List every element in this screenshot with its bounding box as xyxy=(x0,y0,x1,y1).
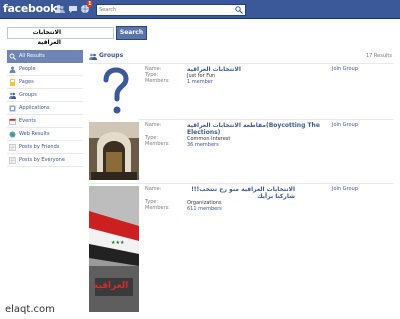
group-name-link[interactable]: مقاطعة الانتخابات العراقية(Boycotting Th… xyxy=(187,122,327,136)
results-section-title: Groups xyxy=(99,52,124,59)
search-icon[interactable] xyxy=(235,6,243,14)
results-header: Groups 17 Results xyxy=(89,51,394,64)
sidebar-item-posts-by-friends[interactable]: Posts by Friends xyxy=(7,141,83,154)
posts-friends-icon xyxy=(9,144,16,151)
question-mark-icon xyxy=(89,66,139,120)
group-name-link[interactable]: الانتخابات العراقية منو رح تنتخب!!! شارك… xyxy=(187,186,295,200)
sidebar-item-applications[interactable]: Applications xyxy=(7,102,83,115)
group-members-link[interactable]: 1 member xyxy=(187,79,327,85)
name-label: Name: xyxy=(145,186,162,192)
notification-badge: 1 xyxy=(87,1,93,7)
shrine-photo-image xyxy=(89,122,139,180)
members-label: Members: xyxy=(145,205,170,211)
header-search-box[interactable] xyxy=(96,4,246,16)
sidebar-item-posts-by-everyone[interactable]: Posts by Everyone xyxy=(7,154,83,167)
sidebar-item-label: Groups xyxy=(19,92,37,98)
globe-icon xyxy=(9,131,16,138)
messages-icon[interactable] xyxy=(68,4,78,14)
group-members-link[interactable]: 611 members xyxy=(187,206,327,212)
group-name-link[interactable]: الانتخابات العراقية xyxy=(187,66,327,73)
groups-icon xyxy=(89,53,97,60)
sidebar-item-all-results[interactable]: All Results xyxy=(7,50,83,63)
applications-icon xyxy=(9,105,16,112)
sidebar-item-groups[interactable]: Groups xyxy=(7,89,83,102)
posts-everyone-icon xyxy=(9,157,16,164)
members-label: Members: xyxy=(145,141,170,147)
results-count: 17 Results xyxy=(365,53,392,59)
sidebar-item-label: Posts by Friends xyxy=(19,144,60,150)
sidebar-item-label: Events xyxy=(19,118,36,124)
group-result-row: Name: Type: Members: الانتخابات العراقية… xyxy=(89,66,394,120)
search-query-input[interactable]: الانتخابات العراقية xyxy=(7,27,114,46)
top-bar: facebook 1 xyxy=(0,0,400,19)
svg-text:★★★: ★★★ xyxy=(111,240,125,246)
iraq-flag-poster-image: ★★★ xyxy=(89,186,139,312)
join-group-link[interactable]: Join Group xyxy=(332,66,358,72)
search-filters-sidebar: All Results People Pages Groups Applicat… xyxy=(7,50,83,167)
join-group-link[interactable]: Join Group xyxy=(332,122,358,128)
sidebar-item-web-results[interactable]: Web Results xyxy=(7,128,83,141)
sidebar-item-label: All Results xyxy=(19,53,45,59)
members-label: Members: xyxy=(145,78,170,84)
sidebar-item-label: Applications xyxy=(19,105,50,111)
sidebar-item-people[interactable]: People xyxy=(7,63,83,76)
events-icon xyxy=(9,118,16,125)
group-result-row: ★★★ العراقية Name: Type: Members: الانتخ… xyxy=(89,186,394,314)
poster-text: العراقية xyxy=(93,281,129,291)
group-thumbnail[interactable]: ★★★ العراقية xyxy=(89,186,139,312)
group-thumbnail[interactable] xyxy=(89,122,139,180)
field-labels: Name: Type: Members: xyxy=(145,66,185,84)
name-label: Name: xyxy=(145,122,162,128)
sidebar-item-label: Posts by Everyone xyxy=(19,157,65,163)
sidebar-item-pages[interactable]: Pages xyxy=(7,76,83,89)
group-members-link[interactable]: 36 members xyxy=(187,142,327,148)
join-group-link[interactable]: Join Group xyxy=(332,186,358,192)
pages-icon xyxy=(10,79,15,86)
search-button[interactable]: Search xyxy=(116,26,147,40)
field-values: مقاطعة الانتخابات العراقية(Boycotting Th… xyxy=(187,122,327,148)
field-labels: Name: Type: Members: xyxy=(145,186,185,211)
groups-icon xyxy=(9,92,16,99)
facebook-logo[interactable]: facebook xyxy=(3,2,57,15)
group-result-row: Name: Type: Members: مقاطعة الانتخابات ا… xyxy=(89,122,394,184)
field-labels: Name: Type: Members: xyxy=(145,122,185,147)
sidebar-item-label: Web Results xyxy=(19,131,50,137)
field-values: الانتخابات العراقية Just for Fun 1 membe… xyxy=(187,66,327,85)
person-icon xyxy=(9,66,16,73)
header-search-input[interactable] xyxy=(97,5,237,15)
field-values: الانتخابات العراقية منو رح تنتخب!!! شارك… xyxy=(187,186,327,212)
sidebar-item-label: People xyxy=(19,66,36,72)
magnifier-icon xyxy=(9,53,16,60)
group-thumbnail[interactable] xyxy=(89,66,139,120)
sidebar-item-events[interactable]: Events xyxy=(7,115,83,128)
friend-requests-icon[interactable] xyxy=(55,4,65,14)
watermark-text: elaqt.com xyxy=(5,304,55,315)
sidebar-item-label: Pages xyxy=(19,79,34,85)
